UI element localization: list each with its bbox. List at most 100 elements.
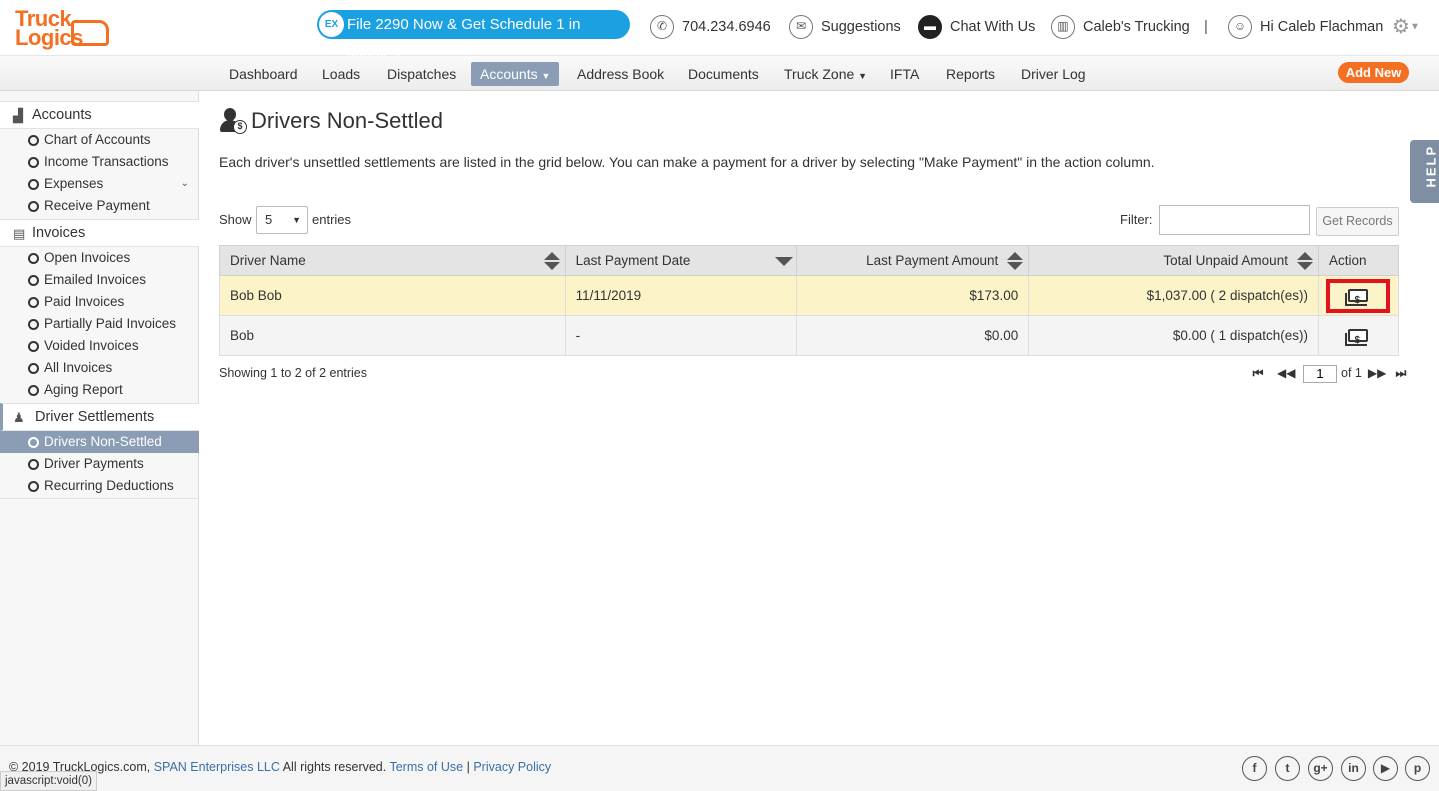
sidebar-item-drivers-non-settled[interactable]: Drivers Non-Settled xyxy=(0,431,199,453)
driver-money-icon: $ xyxy=(219,107,247,135)
sidebar-item-income-transactions[interactable]: Income Transactions xyxy=(0,151,199,173)
cell-total-unpaid-amount: $0.00 ( 1 dispatch(es)) xyxy=(1028,315,1319,356)
company-name: Caleb's Trucking xyxy=(1083,19,1190,35)
top-header: Truck Logics EX File 2290 Now & Get Sche… xyxy=(0,0,1439,62)
pinterest-icon[interactable]: p xyxy=(1405,756,1430,781)
entries-per-page-select[interactable]: 5 ▼ xyxy=(256,206,308,234)
filter-input[interactable] xyxy=(1159,205,1310,235)
add-new-button[interactable]: Add New xyxy=(1338,62,1409,83)
terms-of-use-link[interactable]: Terms of Use xyxy=(389,760,463,774)
sort-icon xyxy=(1296,252,1313,270)
truck-logics-logo[interactable]: Truck Logics xyxy=(13,6,111,52)
nav-documents[interactable]: Documents xyxy=(679,62,768,86)
table-row[interactable]: Bob - $0.00 $0.00 ( 1 dispatch(es)) xyxy=(219,315,1400,356)
twitter-icon[interactable]: t xyxy=(1275,756,1300,781)
make-payment-button[interactable] xyxy=(1330,323,1386,354)
get-records-button[interactable]: Get Records xyxy=(1316,207,1399,236)
sidebar-section-label: Accounts xyxy=(32,107,92,123)
nav-truck-zone-label: Truck Zone xyxy=(784,66,855,82)
entries-per-page-value: 5 xyxy=(265,212,273,227)
column-header-last-payment-amount[interactable]: Last Payment Amount xyxy=(796,245,1030,276)
column-header-total-unpaid-amount[interactable]: Total Unpaid Amount xyxy=(1028,245,1319,276)
nav-driver-log[interactable]: Driver Log xyxy=(1012,62,1095,86)
span-enterprises-link[interactable]: SPAN Enterprises LLC xyxy=(154,760,280,774)
sidebar-section-accounts[interactable]: ▟ Accounts xyxy=(0,101,199,129)
previous-page-icon[interactable]: ◀◀ xyxy=(1277,363,1295,383)
google-plus-icon[interactable]: g+ xyxy=(1308,756,1333,781)
sidebar-item-recurring-deductions[interactable]: Recurring Deductions xyxy=(0,475,199,497)
file-2290-promo-button[interactable]: EX File 2290 Now & Get Schedule 1 in Min… xyxy=(317,10,630,62)
sidebar-item-receive-payment[interactable]: Receive Payment xyxy=(0,195,199,217)
help-tab[interactable]: HELP xyxy=(1410,140,1439,203)
cell-last-payment-amount: $0.00 xyxy=(796,315,1030,356)
phone-number: 704.234.6946 xyxy=(682,19,771,35)
cash-icon xyxy=(1345,328,1369,354)
cell-driver-name: Bob xyxy=(219,315,566,356)
rights-text: All rights reserved. xyxy=(282,760,387,774)
nav-dispatches[interactable]: Dispatches xyxy=(378,62,465,86)
privacy-policy-link[interactable]: Privacy Policy xyxy=(473,760,551,774)
youtube-icon[interactable]: ▶ xyxy=(1373,756,1398,781)
column-header-driver-name[interactable]: Driver Name xyxy=(219,245,566,276)
cell-last-payment-date: - xyxy=(564,315,798,356)
settings-menu[interactable]: ⚙▼ xyxy=(1392,14,1420,41)
truck-icon xyxy=(71,20,109,46)
chevron-down-icon: ▼ xyxy=(292,215,301,225)
bar-chart-icon: ▟ xyxy=(13,108,23,123)
next-page-icon[interactable]: ▶▶ xyxy=(1368,363,1386,383)
column-header-last-payment-date[interactable]: Last Payment Date xyxy=(564,245,798,276)
sidebar-item-paid-invoices[interactable]: Paid Invoices xyxy=(0,291,199,313)
chevron-down-icon: ⌄ xyxy=(180,178,189,189)
phone-link[interactable]: ✆ 704.234.6946 xyxy=(650,14,771,40)
user-menu[interactable]: ☺ Hi Caleb Flachman xyxy=(1228,14,1383,40)
company-link[interactable]: ▥ Caleb's Trucking xyxy=(1051,14,1190,40)
first-page-icon[interactable]: ⏮ xyxy=(1251,363,1265,383)
sidebar-item-partially-paid-invoices[interactable]: Partially Paid Invoices xyxy=(0,313,199,335)
sort-icon xyxy=(543,252,560,270)
sidebar-item-expenses[interactable]: Expenses ⌄ xyxy=(0,173,199,195)
cell-last-payment-date: 11/11/2019 xyxy=(564,275,798,316)
user-avatar-icon: ☺ xyxy=(1228,15,1252,40)
cell-last-payment-amount: $173.00 xyxy=(796,275,1030,316)
nav-truck-zone[interactable]: Truck Zone ▼ xyxy=(775,62,876,86)
sidebar-item-chart-of-accounts[interactable]: Chart of Accounts xyxy=(0,129,199,151)
page-title: Drivers Non-Settled xyxy=(251,108,443,133)
column-header-label: Last Payment Amount xyxy=(866,253,999,268)
nav-accounts[interactable]: Accounts ▼ xyxy=(471,62,560,86)
sidebar-section-driver-settlements[interactable]: ♟ Driver Settlements xyxy=(0,403,199,431)
chevron-down-icon: ▼ xyxy=(1409,21,1420,33)
sidebar-item-all-invoices[interactable]: All Invoices xyxy=(0,357,199,379)
page-number-input[interactable] xyxy=(1303,364,1337,383)
make-payment-button[interactable] xyxy=(1326,278,1391,314)
sidebar: ▟ Accounts Chart of Accounts Income Trans… xyxy=(0,91,199,745)
column-header-action: Action xyxy=(1317,245,1400,276)
table-row[interactable]: Bob Bob 11/11/2019 $173.00 $1,037.00 ( 2… xyxy=(219,275,1400,316)
sidebar-section-label: Driver Settlements xyxy=(35,409,155,425)
facebook-icon[interactable]: f xyxy=(1242,756,1267,781)
sidebar-item-voided-invoices[interactable]: Voided Invoices xyxy=(0,335,199,357)
nav-dashboard[interactable]: Dashboard xyxy=(220,62,307,86)
nav-ifta[interactable]: IFTA xyxy=(881,62,928,86)
cash-icon xyxy=(1345,288,1369,314)
sidebar-section-invoices[interactable]: ▤ Invoices xyxy=(0,219,199,247)
linkedin-icon[interactable]: in xyxy=(1341,756,1366,781)
cell-action xyxy=(1317,315,1400,356)
driver-money-icon: ♟ xyxy=(13,410,25,425)
nav-loads[interactable]: Loads xyxy=(313,62,369,86)
sidebar-item-emailed-invoices[interactable]: Emailed Invoices xyxy=(0,269,199,291)
chat-link[interactable]: ▬ Chat With Us xyxy=(918,14,1035,40)
footer-pipe: | xyxy=(466,760,470,774)
suggestions-link[interactable]: ✉ Suggestions xyxy=(789,14,901,40)
chat-label: Chat With Us xyxy=(950,19,1036,35)
sidebar-item-driver-payments[interactable]: Driver Payments xyxy=(0,453,199,475)
last-page-icon[interactable]: ⏭ xyxy=(1394,363,1408,383)
header-separator: | xyxy=(1204,18,1208,35)
show-label: Show xyxy=(219,212,252,227)
sidebar-item-open-invoices[interactable]: Open Invoices xyxy=(0,247,199,269)
nav-address-book[interactable]: Address Book xyxy=(568,62,673,86)
nav-reports[interactable]: Reports xyxy=(937,62,1004,86)
entries-label: entries xyxy=(312,212,352,227)
cell-driver-name: Bob Bob xyxy=(219,275,566,316)
sidebar-item-aging-report[interactable]: Aging Report xyxy=(0,379,199,401)
column-header-label: Total Unpaid Amount xyxy=(1163,253,1288,268)
